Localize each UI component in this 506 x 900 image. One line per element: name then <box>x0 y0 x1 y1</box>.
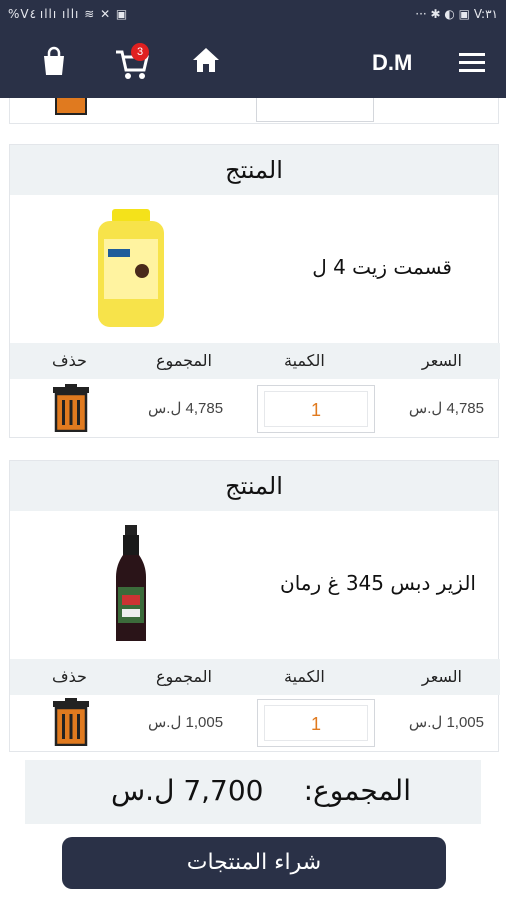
home-icon[interactable] <box>192 46 220 78</box>
quantity-value[interactable]: 1 <box>264 391 368 427</box>
price-header: السعر <box>421 351 462 370</box>
trash-icon[interactable] <box>53 698 89 746</box>
previous-card-partial <box>9 98 499 124</box>
qty-header: الكمية <box>284 351 325 370</box>
status-right: ··· ✱ ◐ ▣ V:٣١ <box>415 7 498 21</box>
total-header: المجموع <box>156 667 212 686</box>
total-value: 1,005 ل.س <box>148 714 224 731</box>
card-header: المنتج <box>10 461 498 511</box>
price-value: 4,785 ل.س <box>408 400 484 417</box>
column-headers: السعر الكمية المجموع حذف <box>10 343 500 379</box>
qty-header: الكمية <box>284 667 325 686</box>
molasses-bottle-image <box>116 525 146 641</box>
quantity-value[interactable]: 1 <box>264 705 368 741</box>
total-value: 4,785 ل.س <box>148 400 224 417</box>
order-summary: المجموع: 7,700 ل.س <box>25 760 481 824</box>
price-header: السعر <box>421 667 462 686</box>
delete-header: حذف <box>52 667 87 686</box>
delete-header: حذف <box>52 351 87 370</box>
card-header: المنتج <box>10 145 498 195</box>
product-card: المنتج الزير دبس 345 غ رمان السعر الكمية… <box>9 460 500 752</box>
app-bar: 3 D.M <box>0 30 506 98</box>
summary-label: المجموع: <box>303 774 411 807</box>
summary-amount: 7,700 ل.س <box>111 774 264 807</box>
menu-icon[interactable] <box>459 52 485 78</box>
product-row: الزير دبس 345 غ رمان <box>10 511 498 659</box>
cart-list[interactable]: المنتج قسمت زيت 4 ل السعر الكمية المجموع… <box>0 98 506 900</box>
values-row: 1,005 ل.س 1 1,005 ل.س <box>10 695 500 749</box>
values-row: 4,785 ل.س 1 4,785 ل.س <box>10 381 500 435</box>
product-name: قسمت زيت 4 ل <box>312 255 452 279</box>
cart-count-badge: 3 <box>131 43 149 61</box>
quantity-field[interactable]: 1 <box>257 385 375 433</box>
qty-box-partial <box>256 98 374 122</box>
trash-icon[interactable] <box>53 384 89 432</box>
oil-bottle-image <box>98 209 164 327</box>
product-card: المنتج قسمت زيت 4 ل السعر الكمية المجموع… <box>9 144 500 438</box>
brand-name: D.M <box>372 50 413 75</box>
buy-products-button[interactable]: شراء المنتجات <box>62 837 446 889</box>
total-header: المجموع <box>156 351 212 370</box>
quantity-field[interactable]: 1 <box>257 699 375 747</box>
status-left: %V٤ ıllı ıllı ≋ ✕ ▣ <box>8 7 129 21</box>
bag-icon[interactable] <box>40 46 68 80</box>
price-value: 1,005 ل.س <box>408 714 484 731</box>
column-headers: السعر الكمية المجموع حذف <box>10 659 500 695</box>
status-bar: %V٤ ıllı ıllı ≋ ✕ ▣ ··· ✱ ◐ ▣ V:٣١ <box>0 0 506 30</box>
product-name: الزير دبس 345 غ رمان <box>280 571 476 595</box>
trash-icon[interactable] <box>53 98 89 118</box>
product-row: قسمت زيت 4 ل <box>10 195 498 343</box>
